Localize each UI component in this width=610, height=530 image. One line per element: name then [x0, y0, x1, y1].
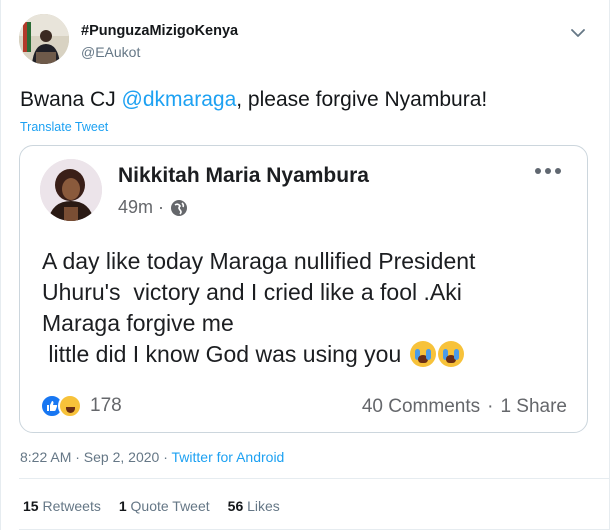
post-timestamp: 49m · — [118, 197, 188, 218]
likes-link[interactable]: 56 Likes — [228, 498, 280, 514]
crying-emoji-icon — [409, 341, 436, 367]
mention-link[interactable]: @dkmaraga — [122, 88, 237, 111]
post-more-options-icon — [535, 168, 561, 174]
tweet-card: #PunguzaMizigoKenya @EAukot Bwana CJ @dk… — [0, 0, 610, 530]
tweet-text-start: Bwana CJ — [20, 88, 122, 111]
more-options-button[interactable] — [567, 22, 589, 44]
retweets-label: Retweets — [42, 498, 101, 514]
likes-count: 56 — [227, 498, 244, 514]
tweet-timestamp[interactable]: 8:22 AM · Sep 2, 2020 · — [20, 449, 172, 465]
post-author-avatar — [40, 159, 102, 221]
post-engagement: 40 Comments · 1 Share — [362, 396, 567, 418]
quote-tweets-count: 1 — [118, 498, 127, 514]
chevron-down-icon — [571, 28, 585, 37]
post-time-text: 49m · — [118, 197, 165, 217]
likes-label: Likes — [247, 498, 280, 514]
translate-tweet-link[interactable]: Translate Tweet — [20, 120, 108, 134]
divider — [19, 478, 609, 479]
haha-reaction-icon — [58, 394, 82, 418]
avatar[interactable] — [19, 14, 69, 64]
post-body-line: Maraga forgive me — [42, 310, 234, 336]
quote-tweets-link[interactable]: 1 Quote Tweet — [119, 498, 210, 514]
tweet-text: Bwana CJ @dkmaraga, please forgive Nyamb… — [20, 88, 487, 112]
reaction-count: 178 — [90, 395, 122, 416]
post-reactions: 178 — [40, 394, 122, 418]
shares-count: 1 Share — [500, 396, 567, 417]
crying-emoji-icon — [437, 341, 464, 367]
retweets-link[interactable]: 15 Retweets — [23, 498, 101, 514]
author-photo — [40, 159, 102, 221]
retweets-count: 15 — [23, 498, 39, 514]
separator-dot: · — [487, 396, 494, 417]
post-body-last-line: little did I know God was using you — [42, 339, 475, 370]
embedded-post-screenshot[interactable]: Nikkitah Maria Nyambura 49m · A day like… — [19, 145, 588, 433]
tweet-metadata: 8:22 AM · Sep 2, 2020 · Twitter for Andr… — [20, 449, 284, 465]
post-body-line: A day like today Maraga nullified Presid… — [42, 248, 476, 274]
comments-count: 40 Comments — [361, 396, 481, 417]
profile-photo — [19, 14, 69, 64]
quote-tweets-label: Quote Tweet — [130, 498, 210, 514]
display-name[interactable]: #PunguzaMizigoKenya — [81, 23, 238, 39]
user-handle[interactable]: @EAukot — [81, 44, 140, 60]
tweet-client-link[interactable]: Twitter for Android — [172, 449, 285, 465]
post-body: A day like today Maraga nullified Presid… — [42, 246, 475, 370]
post-body-line: Uhuru's victory and I cried like a fool … — [42, 279, 462, 305]
post-body-line: little did I know God was using you — [42, 341, 402, 367]
globe-icon — [171, 199, 188, 216]
engagement-stats: 15 Retweets 1 Quote Tweet 56 Likes — [23, 498, 280, 514]
tweet-text-end: , please forgive Nyambura! — [236, 88, 488, 111]
post-author-name: Nikkitah Maria Nyambura — [118, 164, 369, 187]
